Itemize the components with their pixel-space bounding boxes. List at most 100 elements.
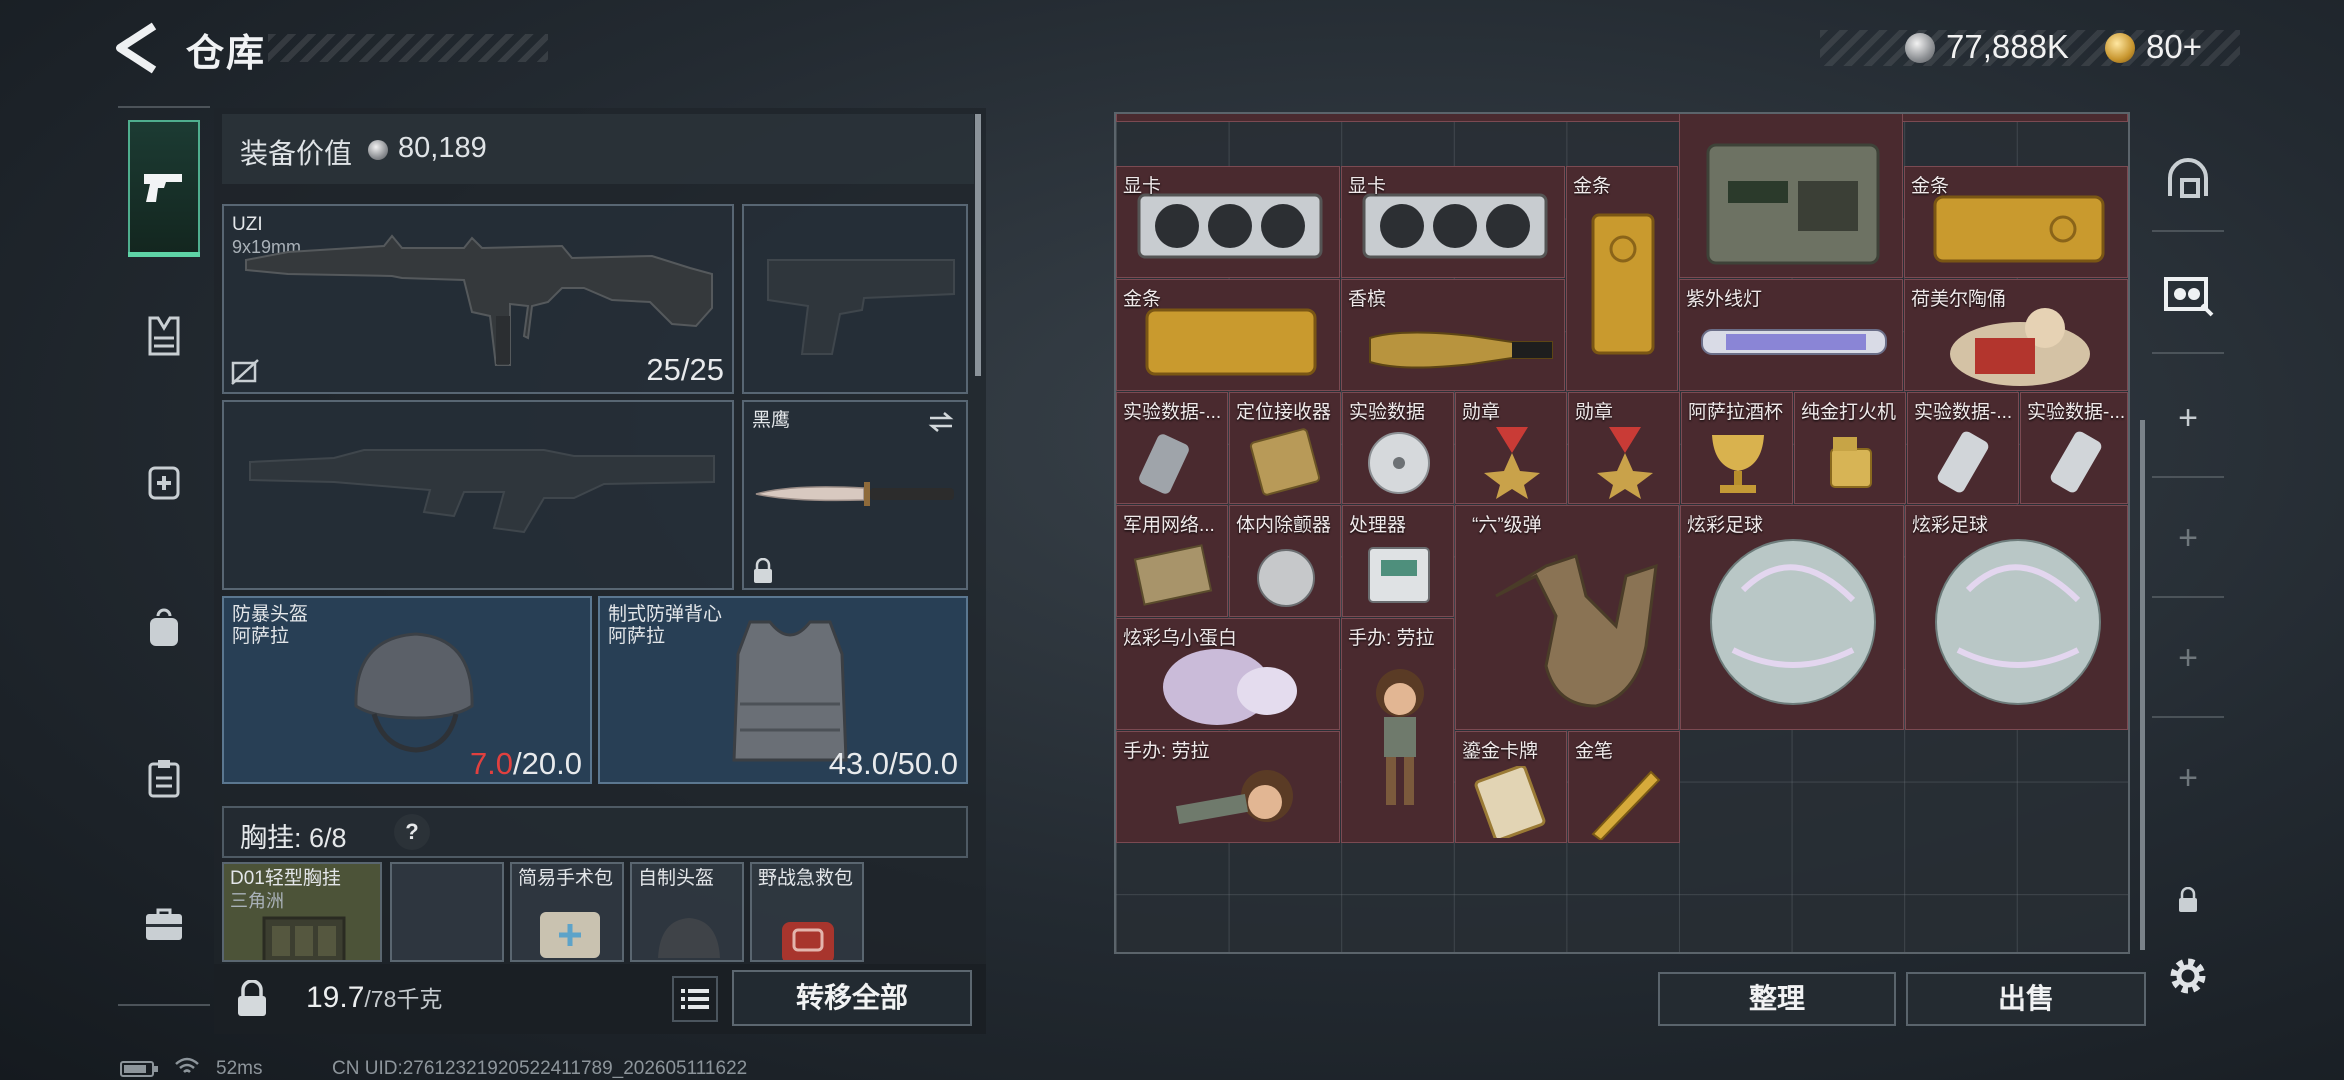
stash-tab-valuables[interactable]: [2158, 264, 2218, 324]
gold-amount[interactable]: 80+: [2146, 28, 2202, 66]
stash-item[interactable]: 实验数据: [1342, 392, 1454, 504]
stash-item[interactable]: 金笔: [1568, 731, 1680, 843]
stash-item[interactable]: 实验数据-...: [1116, 392, 1228, 504]
plus-icon: +: [2178, 398, 2198, 437]
chest-slot-surgery-kit[interactable]: 简易手术包: [510, 862, 624, 962]
stash-item[interactable]: 显卡: [1341, 166, 1565, 278]
stash-item[interactable]: 金条: [1116, 279, 1340, 391]
stash-tab-add-3[interactable]: +: [2158, 628, 2218, 688]
stash-item[interactable]: 勋章: [1455, 392, 1567, 504]
stash-item[interactable]: 手办: 劳拉: [1116, 731, 1340, 843]
data-drive-icon: [1139, 434, 1189, 494]
stash-item[interactable]: [1679, 114, 1903, 278]
stash-item-label: 阿萨拉酒杯: [1688, 402, 1784, 423]
stash-item-label: 炫彩足球: [1912, 515, 1989, 536]
stash-item[interactable]: 手办: 劳拉: [1341, 618, 1454, 843]
stash-item[interactable]: 纯金打火机: [1794, 392, 1906, 504]
stash-item[interactable]: 炫彩乌小蛋白: [1116, 618, 1340, 730]
stash-item[interactable]: 炫彩足球: [1905, 505, 2128, 730]
stash-item[interactable]: 处理器: [1342, 505, 1454, 617]
stash-tab-add-1[interactable]: +: [2158, 388, 2218, 448]
pistol-icon: [144, 174, 182, 202]
primary-weapon-slot[interactable]: UZI 9x19mm 25/25: [222, 204, 734, 394]
figurine-icon: [1950, 308, 2090, 386]
stash-item-label: 紫外线灯: [1686, 289, 1763, 310]
stash-item-partial[interactable]: [1116, 114, 2128, 122]
stash-tab-home[interactable]: [2158, 150, 2218, 210]
stash-item-label: 处理器: [1349, 515, 1407, 536]
stash-tab-add-4[interactable]: +: [2158, 748, 2218, 808]
stash-vault-icon: [2168, 158, 2208, 198]
gps-receiver-icon: [1249, 428, 1321, 496]
gilded-card-icon: [1474, 766, 1546, 838]
chest-slot-helmet[interactable]: 自制头盔: [630, 862, 744, 962]
radio-icon: [1706, 143, 1880, 265]
stash-item-label: 显卡: [1348, 176, 1387, 197]
stash-item-label: 香槟: [1348, 289, 1387, 310]
melee-slot[interactable]: 黑鹰: [742, 400, 968, 590]
stash-grid: 显卡 显卡 金条 金条 金条 香槟 紫外线灯 荷美尔陶俑 实验数据-... 定位…: [1114, 112, 2130, 954]
sidearm-slot[interactable]: [742, 204, 968, 394]
stash-item[interactable]: 实验数据-...: [2020, 392, 2128, 504]
swap-icon[interactable]: [926, 410, 956, 434]
back-button[interactable]: [112, 22, 162, 74]
stash-tab-add-2[interactable]: +: [2158, 508, 2218, 568]
settings-button[interactable]: [2158, 946, 2218, 1006]
armor-slot[interactable]: 制式防弹背心 阿萨拉 43.0/50.0: [598, 596, 968, 784]
divider: [2152, 476, 2224, 478]
stash-item[interactable]: 紫外线灯: [1679, 279, 1903, 391]
stash-item[interactable]: 荷美尔陶俑: [1904, 279, 2128, 391]
first-aid-pack-icon: [782, 922, 834, 960]
stash-item[interactable]: 体内除颤器: [1229, 505, 1341, 617]
stash-item[interactable]: 定位接收器: [1229, 392, 1341, 504]
stash-item[interactable]: 显卡: [1116, 166, 1340, 278]
transfer-all-button[interactable]: 转移全部: [732, 970, 972, 1026]
nav-active-indicator: [128, 252, 200, 257]
sell-button[interactable]: 出售: [1906, 972, 2146, 1026]
nav-toolbox[interactable]: [128, 888, 200, 960]
nav-medical[interactable]: [128, 446, 200, 518]
nav-clipboard[interactable]: [128, 742, 200, 814]
stash-item[interactable]: 军用网络...: [1116, 505, 1228, 617]
divider: [2152, 230, 2224, 232]
armor-durability: 43.0/50.0: [828, 746, 958, 781]
item-name: 简易手术包: [518, 868, 614, 889]
sort-button[interactable]: 整理: [1658, 972, 1896, 1026]
helmet-slot[interactable]: 防暴头盔 阿萨拉 7.0/20.0: [222, 596, 592, 784]
chest-slot-empty[interactable]: [390, 862, 504, 962]
stash-item[interactable]: “六”级弹: [1455, 505, 1679, 730]
knife-icon: [755, 482, 954, 506]
chest-slot-first-aid[interactable]: 野战急救包: [750, 862, 864, 962]
stash-item[interactable]: 勋章: [1568, 392, 1680, 504]
item-name: 自制头盔: [638, 868, 715, 889]
no-attachment-icon: [231, 359, 259, 385]
list-view-button[interactable]: [672, 976, 718, 1022]
nav-weapons[interactable]: [128, 120, 200, 256]
stash-item[interactable]: 香槟: [1341, 279, 1565, 391]
stash-item-label: 金条: [1573, 176, 1612, 197]
stash-item[interactable]: 金条: [1904, 166, 2128, 278]
lighter-icon: [1830, 437, 1872, 488]
stash-scrollbar[interactable]: [2140, 420, 2145, 950]
backpack-icon: [150, 608, 178, 646]
weight-lock-icon[interactable]: [234, 980, 270, 1018]
help-button[interactable]: ?: [394, 814, 430, 850]
stash-item[interactable]: 金条: [1566, 166, 1678, 391]
stash-item-label: 荷美尔陶俑: [1911, 289, 2007, 310]
stash-item[interactable]: 阿萨拉酒杯: [1681, 392, 1793, 504]
plus-icon: +: [2178, 758, 2198, 797]
armor-name: 制式防弹背心: [608, 604, 723, 625]
nav-backpack[interactable]: [128, 592, 200, 664]
equipment-value: 80,189: [398, 132, 487, 164]
gold-bar-icon: [1145, 308, 1317, 376]
stash-tab-locked[interactable]: [2158, 870, 2218, 930]
stash-item[interactable]: 炫彩足球: [1680, 505, 1904, 730]
nav-vest[interactable]: [128, 300, 200, 372]
stash-item[interactable]: 实验数据-...: [1907, 392, 2019, 504]
makeshift-helmet-icon: [658, 918, 720, 958]
armor-maker: 阿萨拉: [608, 626, 666, 647]
stash-item[interactable]: 鎏金卡牌: [1455, 731, 1567, 843]
chest-rig-slot[interactable]: D01轻型胸挂 三角洲: [222, 862, 382, 962]
loadout-scrollbar[interactable]: [975, 114, 981, 376]
secondary-weapon-slot[interactable]: [222, 400, 734, 590]
